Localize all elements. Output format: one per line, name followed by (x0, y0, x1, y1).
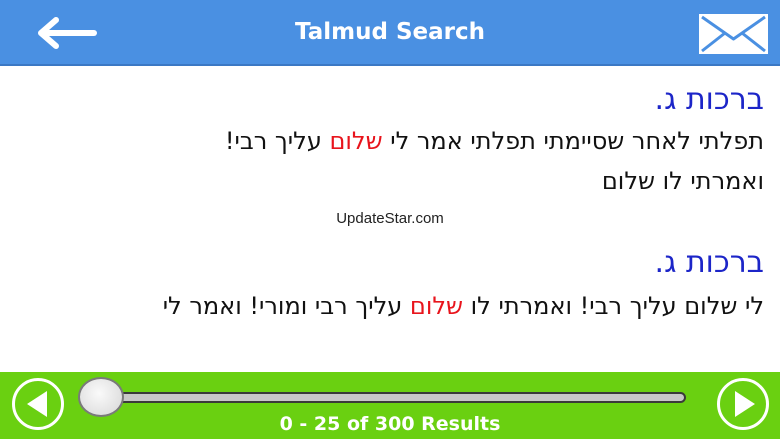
page-title: Talmud Search (295, 19, 485, 45)
result-text-line: לי שלום עליך רבי! ואמרתי לו שלום עליך רב… (163, 291, 764, 321)
mail-button[interactable] (698, 13, 769, 55)
watermark-text: UpdateStar.com (336, 210, 444, 227)
text-segment: לי שלום עליך רבי! ואמרתי לו (463, 292, 764, 320)
search-term-highlight: שלום (409, 292, 464, 320)
mail-envelope-icon (699, 14, 768, 54)
text-segment: תפלתי לאחר שסיימתי תפלתי אמר לי (382, 127, 764, 155)
text-segment: עליך רבי ומורי! ואמר לי (162, 292, 410, 320)
app-header: Talmud Search (0, 0, 780, 66)
result-text-line: ואמרתי לו שלום (602, 166, 764, 196)
text-segment: ואמרתי לו שלום (601, 167, 764, 195)
result-reference[interactable]: ברכות ג. (655, 245, 764, 281)
search-term-highlight: שלום (329, 127, 383, 155)
result-reference[interactable]: ברכות ג. (655, 82, 764, 118)
text-segment: עליך רבי! (224, 127, 330, 155)
result-text-line: תפלתי לאחר שסיימתי תפלתי אמר לי שלום עלי… (225, 126, 764, 156)
results-slider[interactable] (96, 392, 686, 403)
results-list: ברכות ג. תפלתי לאחר שסיימתי תפלתי אמר לי… (0, 66, 780, 372)
results-count-label: 0 - 25 of 300 Results (279, 413, 501, 435)
pagination-footer: 0 - 25 of 300 Results (0, 372, 780, 439)
